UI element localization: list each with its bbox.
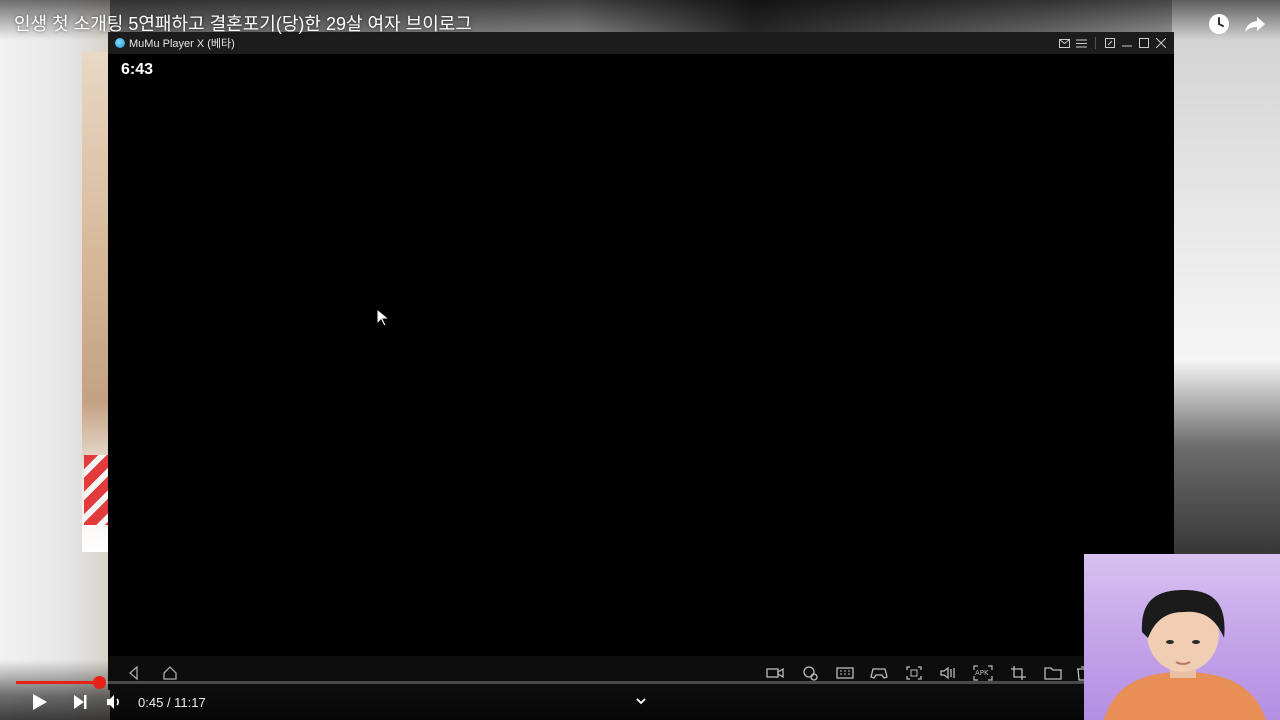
emulator-title: MuMu Player X (베타)	[129, 38, 235, 50]
status-clock: 6:43	[121, 61, 154, 78]
titlebar-divider	[1095, 37, 1096, 49]
progress-scrubber[interactable]	[92, 676, 106, 689]
apk-icon[interactable]: APK	[973, 665, 993, 681]
crop-icon[interactable]	[1010, 665, 1028, 681]
chevron-down-icon[interactable]	[634, 694, 648, 706]
duration: 11:17	[174, 695, 206, 710]
watch-later-icon[interactable]	[1207, 12, 1231, 36]
video-title[interactable]: 인생 첫 소개팅 5연패하고 결혼포기(당)한 29살 여자 브이로그	[14, 10, 472, 36]
minimize-icon[interactable]	[1120, 36, 1134, 50]
pin-icon[interactable]	[1103, 36, 1117, 50]
video-progress-bar[interactable]	[16, 676, 1264, 689]
video-time: 0:45 / 11:17	[138, 695, 206, 710]
home-icon[interactable]	[162, 665, 178, 681]
screenshot-icon[interactable]	[905, 665, 923, 681]
mail-icon[interactable]	[1057, 36, 1071, 50]
volume-icon[interactable]	[104, 692, 124, 712]
folder-icon[interactable]	[1044, 665, 1062, 681]
next-icon[interactable]	[70, 692, 90, 712]
record-icon[interactable]	[766, 665, 784, 681]
webcam-overlay	[1084, 554, 1280, 720]
mumu-logo-icon	[115, 38, 125, 48]
current-time: 0:45	[138, 695, 164, 710]
emulator-toolbar: APK	[108, 656, 1174, 690]
close-icon[interactable]	[1154, 36, 1168, 50]
volume-icon[interactable]	[939, 665, 957, 681]
play-icon[interactable]	[29, 692, 49, 712]
gamepad-icon[interactable]	[870, 665, 888, 681]
streamer-avatar	[1104, 590, 1266, 720]
location-icon[interactable]	[801, 665, 819, 681]
back-icon[interactable]	[126, 665, 142, 681]
keyboard-icon[interactable]	[836, 665, 854, 681]
video-frame-cloth	[84, 455, 108, 525]
apk-label: APK	[975, 669, 989, 677]
menu-icon[interactable]	[1074, 36, 1088, 50]
share-icon[interactable]	[1243, 12, 1267, 36]
progress-fill	[16, 681, 99, 684]
maximize-icon[interactable]	[1137, 36, 1151, 50]
mouse-cursor-icon	[376, 307, 391, 333]
emulator-window[interactable]: MuMu Player X (베타) 6:43 APK	[108, 32, 1174, 690]
